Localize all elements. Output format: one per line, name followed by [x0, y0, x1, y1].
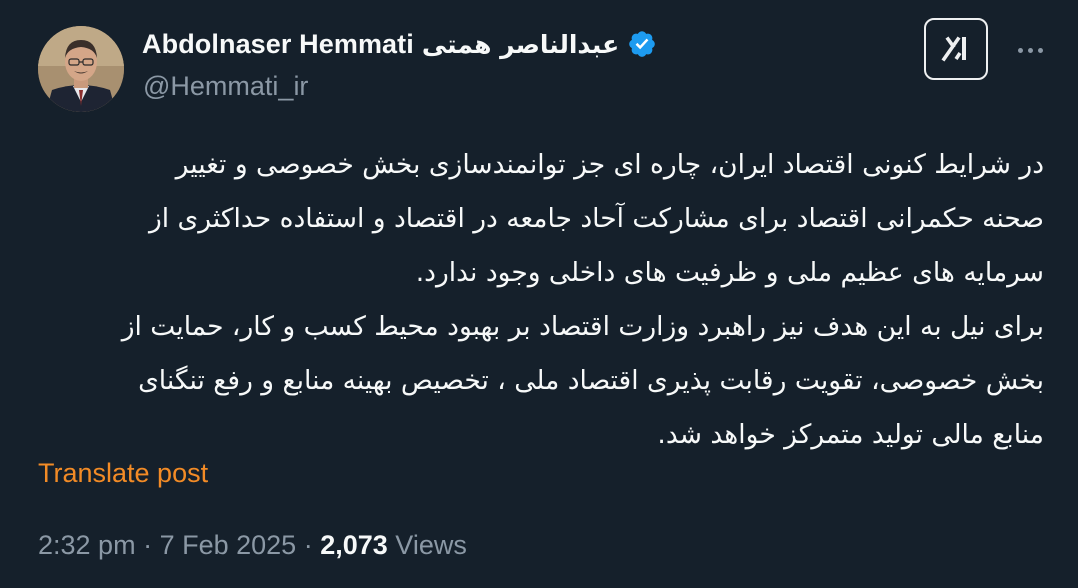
verified-badge-icon: [627, 29, 657, 59]
more-options-button[interactable]: [1010, 32, 1050, 68]
post-line: بخش خصوصی، تقویت رقابت پذیری اقتصاد ملی …: [138, 365, 1044, 396]
views-count: 2,073: [320, 530, 388, 560]
avatar[interactable]: [38, 26, 124, 112]
persian-name[interactable]: عبدالناصر همتی: [422, 30, 619, 59]
post-card: Abdolnaser Hemmati عبدالناصر همتی @Hemma…: [0, 0, 1078, 588]
post-meta: 2:32 pm · 7 Feb 2025 · 2,073 Views: [38, 530, 467, 561]
grok-button[interactable]: [924, 18, 988, 80]
post-line: در شرایط کنونی اقتصاد ایران، چاره ای جز …: [175, 149, 1044, 180]
translate-post-link[interactable]: Translate post: [38, 458, 208, 489]
display-name[interactable]: Abdolnaser Hemmati: [142, 29, 414, 60]
post-date[interactable]: 7 Feb 2025: [160, 530, 297, 560]
post-text: در شرایط کنونی اقتصاد ایران، چاره ای جز …: [34, 138, 1044, 462]
post-line: برای نیل به این هدف نیز راهبرد وزارت اقت…: [121, 311, 1044, 342]
views-label: Views: [395, 530, 467, 560]
more-dot: [1037, 47, 1043, 53]
meta-separator: ·: [143, 530, 160, 560]
meta-separator: ·: [303, 530, 321, 560]
post-line: منابع مالی تولید متمرکز خواهد شد.: [657, 419, 1044, 450]
post-line: سرمایه های عظیم ملی و ظرفیت های داخلی وج…: [415, 257, 1044, 288]
post-time[interactable]: 2:32 pm: [38, 530, 136, 560]
author-handle[interactable]: @Hemmati_ir: [143, 71, 308, 102]
more-dot: [1027, 47, 1033, 53]
post-line: صحنه حکمرانی اقتصاد برای مشارکت آحاد جام…: [148, 203, 1044, 234]
more-dot: [1017, 47, 1023, 53]
author-name-row[interactable]: Abdolnaser Hemmati عبدالناصر همتی: [142, 26, 657, 62]
grok-icon: [941, 36, 966, 62]
avatar-image: [38, 26, 124, 112]
